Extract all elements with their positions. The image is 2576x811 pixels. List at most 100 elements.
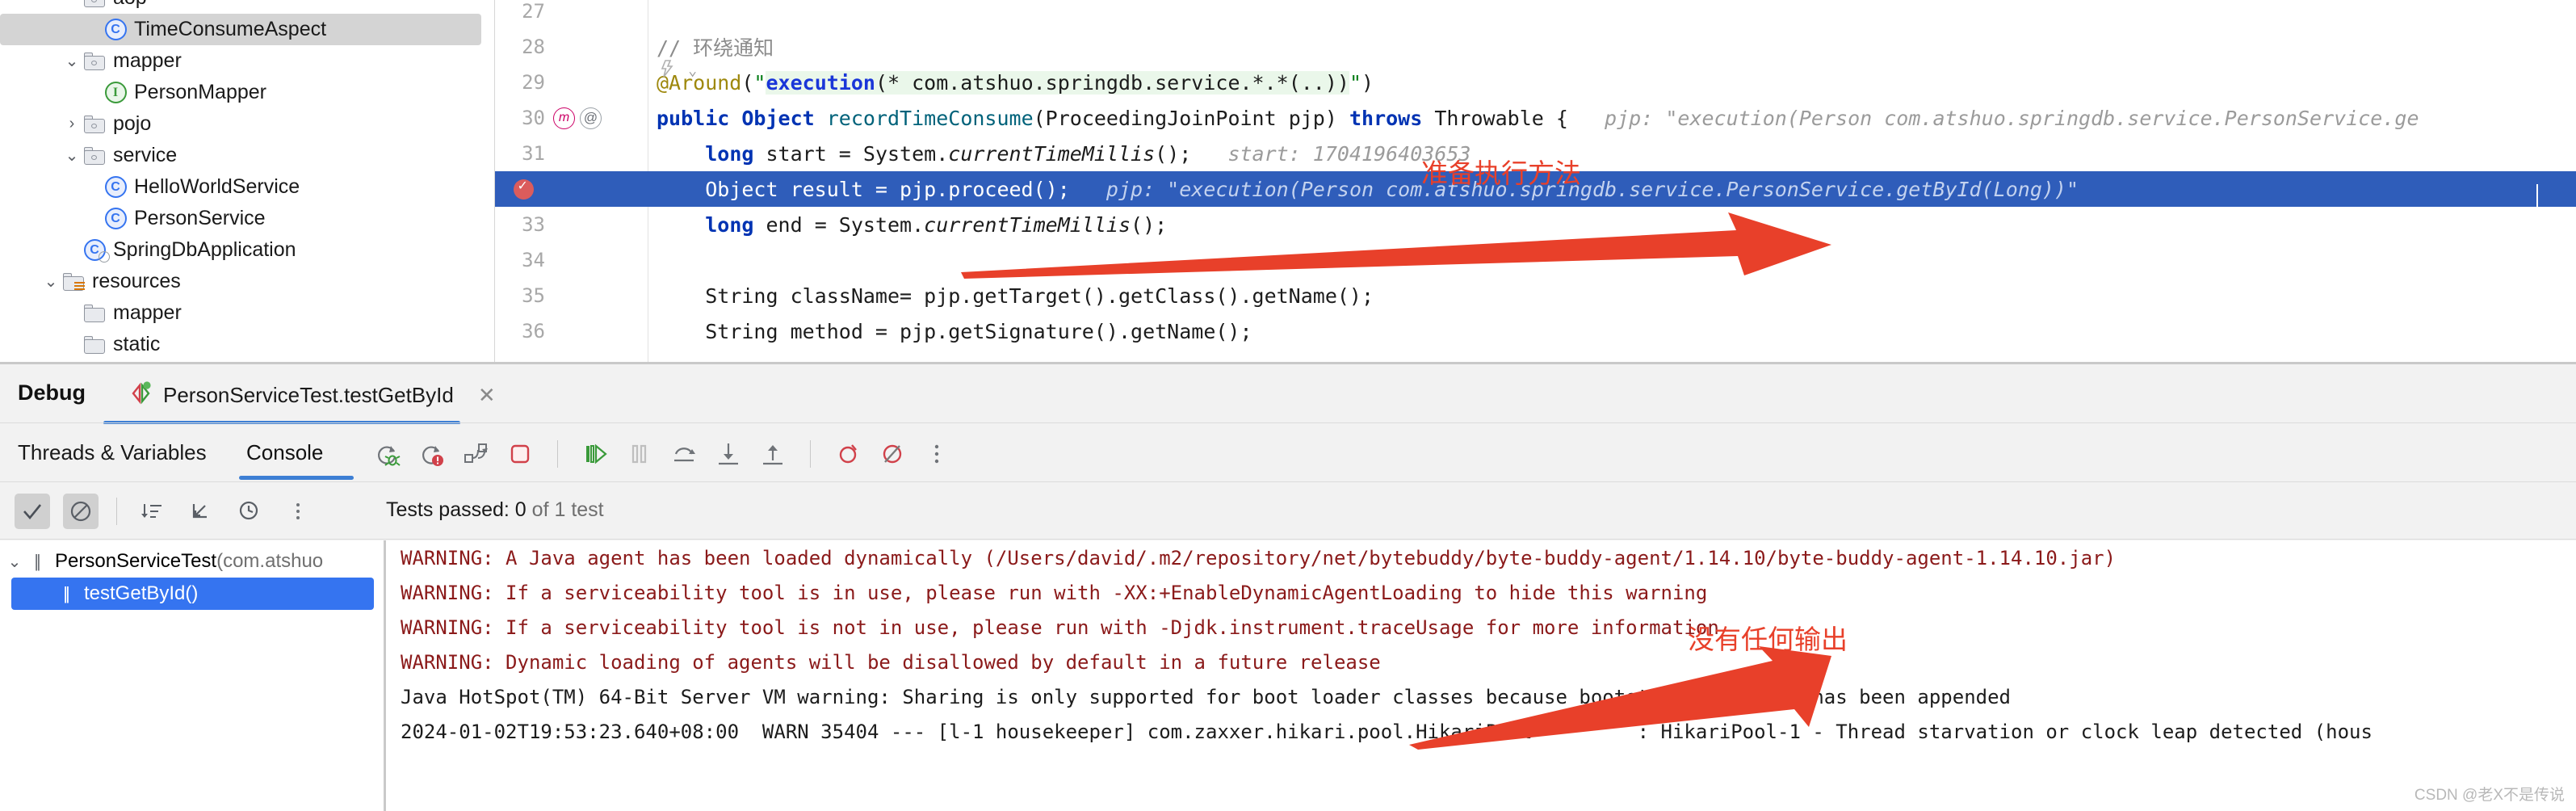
gutter-icons[interactable] [553, 313, 642, 349]
code-line[interactable]: 36 String method = pjp.getSignature().ge… [495, 313, 2576, 349]
tree-item[interactable]: › pojo [0, 108, 494, 140]
console-bar-divider-line [0, 539, 2576, 540]
show-passed-icon[interactable] [15, 494, 50, 529]
sort-alphabetically-icon[interactable] [135, 494, 170, 529]
code-line[interactable]: 30 m @ public Object recordTimeConsume(Proc… [495, 100, 2576, 136]
code-line[interactable]: 29 @Around("execution(* com.atshuo.spring… [495, 65, 2576, 100]
tree-item[interactable]: aop [0, 0, 494, 14]
line-number: 29 [522, 71, 545, 94]
tree-item-label: pojo [113, 112, 152, 135]
gutter-icons[interactable] [553, 29, 642, 65]
aspect-advice-icon[interactable]: @ [580, 107, 602, 129]
code-line[interactable]: 33 long end = System.currentTimeMillis()… [495, 207, 2576, 242]
chevron-down-icon[interactable]: ⌄ [63, 51, 81, 71]
view-breakpoints-icon[interactable] [879, 440, 906, 468]
tree-item-label: PersonService [134, 207, 266, 229]
more-icon[interactable] [280, 494, 316, 529]
tree-item-label: SpringDbApplication [113, 238, 296, 261]
debug-action-icons[interactable] [373, 435, 950, 473]
tree-item[interactable]: C HelloWorldService [0, 171, 494, 203]
step-over-icon[interactable] [670, 440, 698, 468]
test-tree-item[interactable]: || testGetById() [11, 578, 374, 610]
debug-header: Debug PersonServiceTest.testGetById ✕ [0, 364, 2576, 425]
gutter-icons[interactable] [553, 242, 642, 278]
test-results-tree[interactable]: ⌄ || PersonServiceTest (com.atshuo || testGe… [0, 540, 384, 811]
console-line: WARNING: Dynamic loading of agents will … [401, 651, 1381, 674]
test-tree-item[interactable]: ⌄ || PersonServiceTest (com.atshuo [0, 545, 384, 578]
code-text: Object result = pjp.proceed(); pjp: "exe… [705, 177, 2079, 201]
step-into-icon[interactable] [715, 440, 742, 468]
test-filter-icons[interactable] [15, 494, 316, 529]
chevron-right-icon[interactable]: › [63, 115, 81, 133]
rerun-debug-icon[interactable] [373, 440, 401, 468]
tree-item[interactable]: ⌄ mapper [0, 45, 494, 77]
sort-by-duration-icon[interactable] [232, 494, 267, 529]
rerun-modified-icon[interactable] [462, 440, 489, 468]
code-line[interactable]: 27 [495, 0, 2576, 29]
stop-icon[interactable] [506, 440, 534, 468]
tree-item-label: TimeConsumeAspect [134, 18, 327, 40]
code-text: public Object recordTimeConsume(Proceedi… [657, 106, 2419, 130]
code-text: String className= pjp.getTarget().getCla… [705, 284, 1374, 308]
code-line[interactable]: 35 String className= pjp.getTarget().get… [495, 278, 2576, 313]
tree-item-label: static [113, 333, 161, 355]
project-tree[interactable]: aopCTimeConsumeAspect⌄mapperIPersonMappe… [0, 0, 494, 362]
tree-item[interactable]: static [0, 329, 494, 360]
java-class-icon: C [102, 176, 129, 198]
tree-item-label: mapper [113, 49, 182, 72]
code-line[interactable]: 28 // 环绕通知 [495, 29, 2576, 65]
gutter-icons[interactable] [553, 0, 642, 29]
toolbar-divider [557, 440, 558, 468]
line-number: 34 [522, 249, 545, 271]
rerun-failed-tests-icon[interactable] [417, 440, 445, 468]
tree-item[interactable]: ⌄ resources [0, 266, 494, 297]
tab-console[interactable]: Console [246, 440, 323, 465]
hide-ignored-icon[interactable] [63, 494, 99, 529]
tests-passed-suffix: of 1 test [531, 498, 604, 521]
mute-breakpoints-icon[interactable] [834, 440, 862, 468]
tree-item[interactable]: C SpringDbApplication [0, 234, 494, 266]
test-paused-icon: || [63, 583, 69, 603]
run-configuration-tab[interactable]: PersonServiceTest.testGetById ✕ [129, 376, 496, 414]
chevron-down-icon[interactable]: ⌄ [63, 145, 81, 166]
annotation-fold-icon[interactable]: ⌄ [657, 58, 697, 80]
chevron-down-icon[interactable]: ⌄ [5, 552, 24, 572]
gutter-icons[interactable]: m @ [553, 100, 642, 136]
tree-item[interactable]: C TimeConsumeAspect [0, 14, 481, 45]
line-number: 36 [522, 320, 545, 342]
more-options-icon[interactable] [923, 440, 950, 468]
gutter-icons[interactable] [553, 65, 642, 100]
gutter-icons[interactable] [553, 136, 642, 171]
tree-item[interactable]: mapper [0, 297, 494, 329]
pause-program-icon[interactable] [626, 440, 653, 468]
close-tab-icon[interactable]: ✕ [478, 383, 496, 408]
breakpoint-icon[interactable] [513, 178, 534, 200]
code-text: long end = System.currentTimeMillis(); [705, 212, 1168, 237]
tree-item[interactable]: ⌄ service [0, 140, 494, 171]
tab-threads-and-variables[interactable]: Threads & Variables [18, 440, 207, 465]
package-folder-icon [81, 115, 108, 133]
resume-program-icon[interactable] [581, 440, 609, 468]
tree-item[interactable]: C PersonService [0, 203, 494, 234]
console-line: Java HotSpot(TM) 64-Bit Server VM warnin… [401, 686, 2011, 708]
folder-icon [81, 304, 108, 322]
package-folder-icon [81, 52, 108, 70]
console-output[interactable]: WARNING: A Java agent has been loaded dy… [386, 540, 2576, 811]
code-text: @Around("execution(* com.atshuo.springdb… [657, 70, 1374, 95]
chevron-down-icon[interactable]: ⌄ [42, 271, 60, 292]
step-out-icon[interactable] [759, 440, 787, 468]
java-class-icon: C [102, 19, 129, 40]
code-line[interactable]: 34 [495, 242, 2576, 278]
gutter-icons[interactable] [553, 207, 642, 242]
override-method-icon[interactable]: m [553, 107, 575, 129]
code-text: String method = pjp.getSignature().getNa… [705, 319, 1252, 343]
tree-item[interactable]: I PersonMapper [0, 77, 494, 108]
tests-passed-label: Tests passed: 0 [386, 498, 527, 521]
gutter-icons[interactable] [553, 278, 642, 313]
gutter-icons[interactable] [495, 171, 552, 207]
expand-collapse-icon[interactable] [183, 494, 219, 529]
code-text: long start = System.currentTimeMillis();… [705, 141, 1471, 166]
toolbar-divider-2 [810, 440, 811, 468]
package-folder-icon [81, 146, 108, 165]
folder-icon [81, 335, 108, 354]
